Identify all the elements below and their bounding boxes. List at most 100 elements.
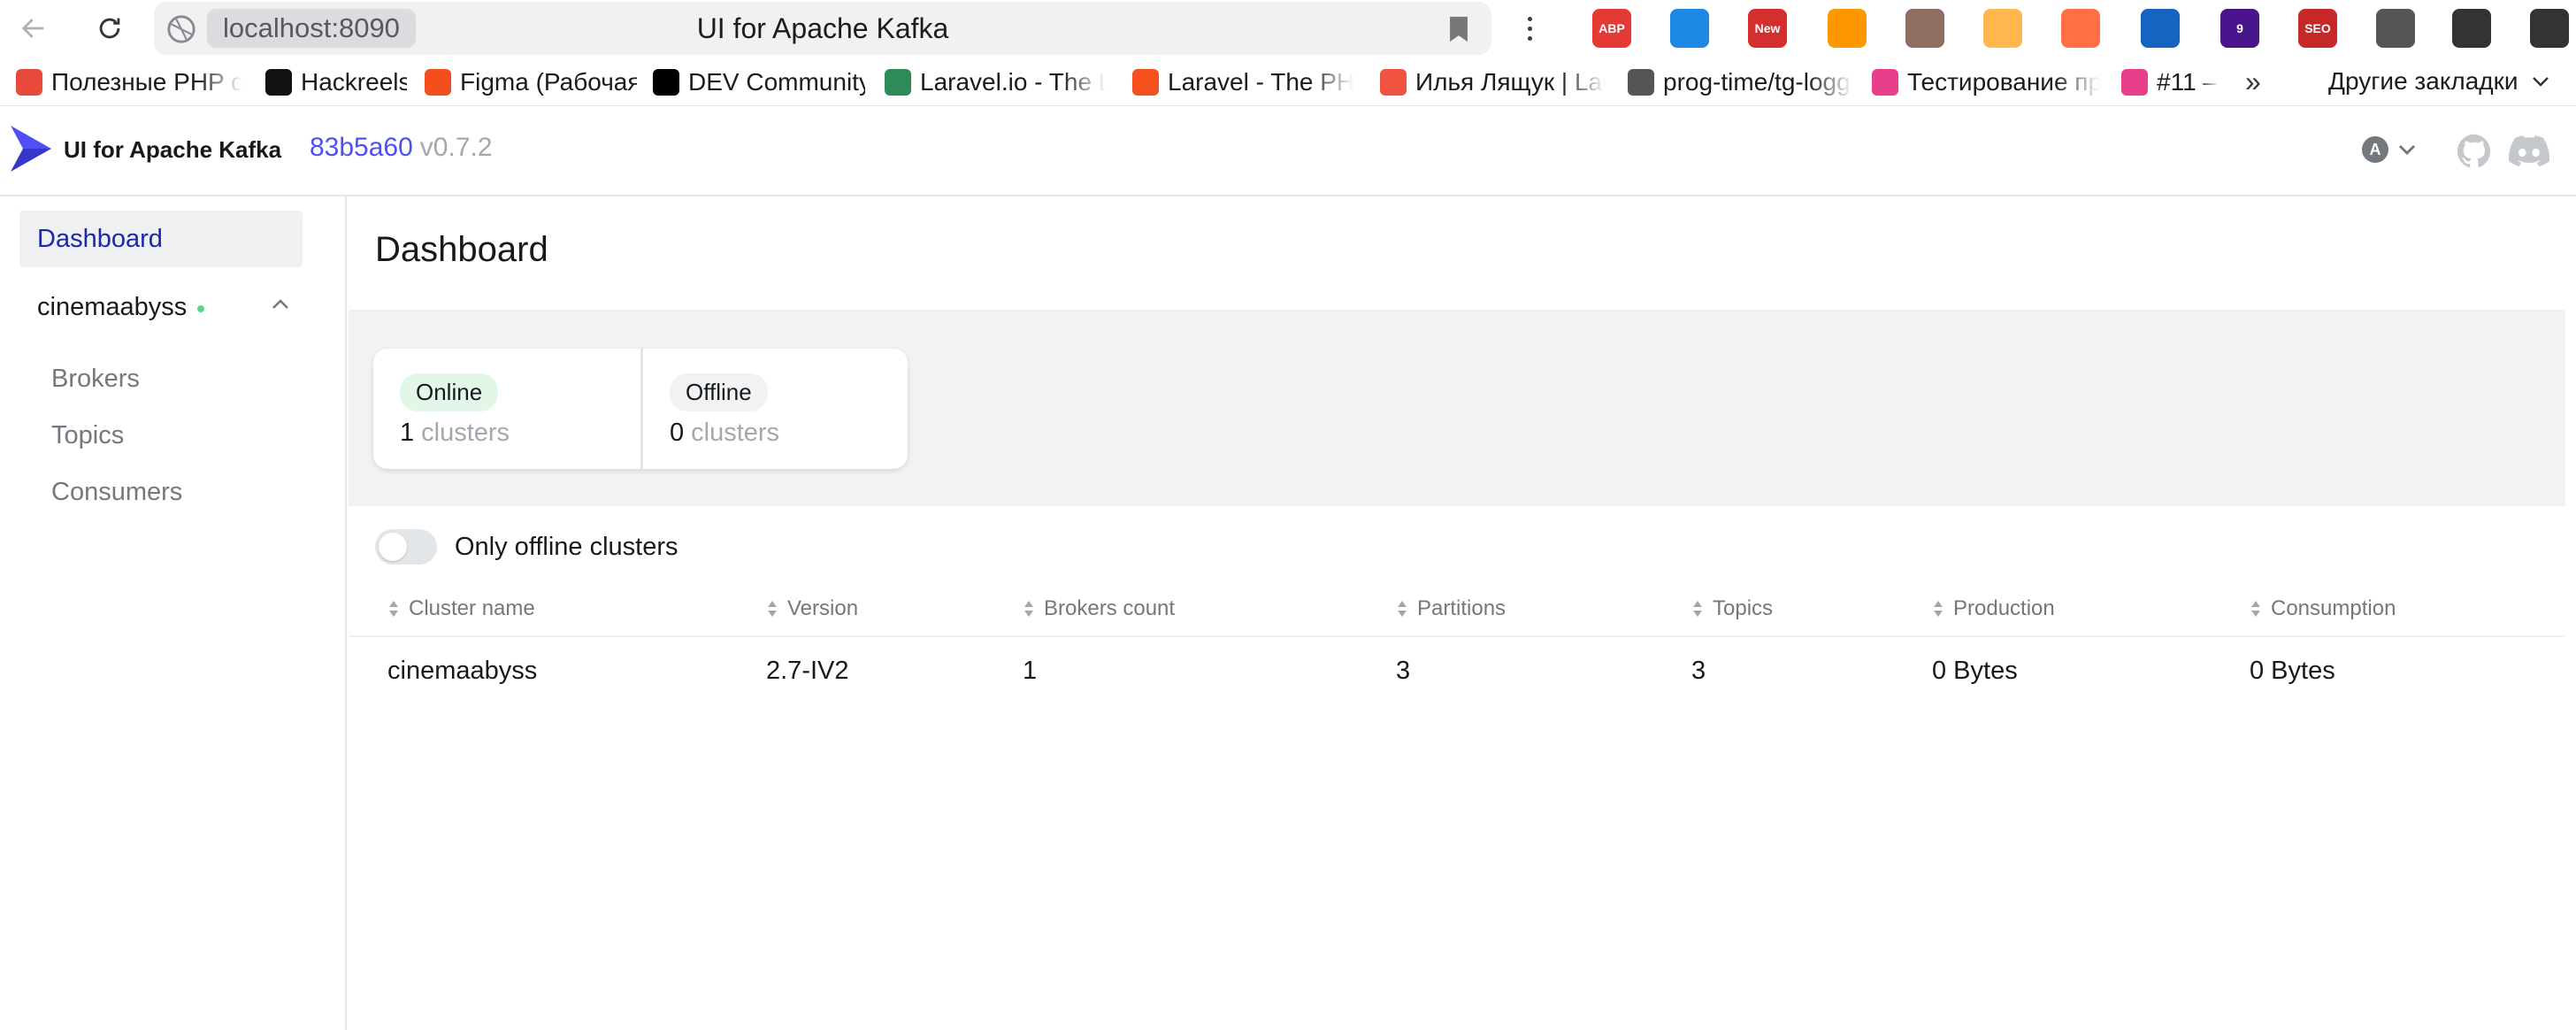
bookmark-item[interactable]: DEV Community (653, 67, 865, 97)
column-header-label: Consumption (2271, 596, 2396, 620)
cell-topics: 3 (1691, 657, 1706, 685)
bookmark-item[interactable]: Полезные PHP ск (16, 67, 242, 97)
crosshair-icon[interactable] (2376, 9, 2415, 48)
commit-link[interactable]: 83b5a60 (310, 133, 413, 162)
column-header-label: Cluster name (409, 596, 535, 620)
sidebar-item-dashboard[interactable]: Dashboard (19, 211, 303, 267)
user-menu[interactable]: A (2362, 136, 2417, 163)
sidebar-item-brokers[interactable]: Brokers (51, 365, 140, 394)
sort-icon (1934, 601, 1943, 617)
other-bookmarks[interactable]: Другие закладки (2328, 67, 2550, 96)
online-count: 1 (400, 419, 415, 447)
bookmark-icon[interactable] (1445, 14, 1472, 44)
sort-icon (389, 601, 398, 617)
bookmark-favicon-icon (2121, 69, 2148, 96)
bookmark-label: Hackreels (301, 68, 407, 96)
back-icon[interactable] (12, 7, 55, 50)
cluster-name: cinemaabyss (37, 292, 188, 321)
bookmark-favicon-icon (1628, 69, 1654, 96)
only-offline-label: Only offline clusters (455, 532, 678, 561)
column-header-version[interactable]: Version (766, 596, 858, 621)
chart-ext-icon[interactable] (2141, 9, 2180, 48)
bookmark-favicon-icon (885, 69, 911, 96)
bookmark-item[interactable]: Laravel - The PHP (1132, 67, 1353, 97)
bookmark-item[interactable]: Laravel.io - The La (885, 67, 1106, 97)
bookmark-favicon-icon (425, 69, 451, 96)
new-ext-icon[interactable]: New (1748, 9, 1787, 48)
column-header-label: Partitions (1417, 596, 1506, 620)
bookmark-favicon-icon (1132, 69, 1159, 96)
sidebar-item-topics[interactable]: Topics (51, 421, 124, 450)
app-name[interactable]: UI for Apache Kafka (64, 136, 281, 164)
rocket-icon[interactable] (2061, 9, 2100, 48)
cell-production: 0 Bytes (1932, 657, 2018, 685)
offline-badge: Offline (670, 373, 768, 411)
column-header-consumption[interactable]: Consumption (2250, 596, 2396, 621)
bookmark-item[interactable]: Тестирование про (1872, 67, 2100, 97)
sort-icon (768, 601, 777, 617)
github-icon[interactable] (2456, 133, 2493, 170)
seo-ext-icon[interactable]: SEO (2298, 9, 2337, 48)
chevron-down-icon (2398, 144, 2416, 156)
bookmarks-bar: Полезные PHP ск Hackreels Figma (Рабочая) D… (0, 57, 2576, 106)
bookmark-label: #11 – (2157, 68, 2217, 96)
column-header-topics[interactable]: Topics (1691, 596, 1773, 621)
bookmark-item[interactable]: Илья Лящук | Lara (1380, 67, 1606, 97)
download-ext-icon[interactable] (1670, 9, 1709, 48)
puzzle-icon[interactable] (2452, 9, 2491, 48)
other-bookmarks-label: Другие закладки (2328, 67, 2518, 95)
version-info: 83b5a60 v0.7.2 (310, 133, 493, 163)
bookmark-item[interactable]: #11 – (2121, 67, 2219, 97)
column-header-label: Version (787, 596, 859, 620)
page-title-in-omnibox: UI for Apache Kafka (696, 12, 949, 44)
column-header-label: Brokers count (1044, 596, 1176, 620)
bookmarks-overflow-icon[interactable]: » (2245, 65, 2261, 98)
discord-icon[interactable] (2509, 133, 2549, 170)
column-header-brokers-count[interactable]: Brokers count (1023, 596, 1175, 621)
offline-value: 0 clusters (670, 419, 908, 448)
hexagon-ext-icon[interactable]: 9 (2220, 9, 2259, 48)
download-icon[interactable] (2530, 9, 2569, 48)
table-row[interactable]: cinemaabyss 2.7-IV2 1 3 3 0 Bytes 0 Bytes (349, 639, 2565, 703)
sidebar: Dashboard cinemaabyss Brokers Topics Con… (0, 196, 347, 1030)
audio-ext-icon[interactable] (1983, 9, 2022, 48)
bookmark-item[interactable]: Figma (Рабочая) (425, 67, 637, 97)
online-unit: clusters (421, 419, 510, 447)
menu-icon[interactable] (1516, 11, 1543, 46)
bookmark-label: Тестирование про (1907, 68, 2100, 96)
chevron-up-icon[interactable] (271, 297, 290, 311)
reload-icon[interactable] (88, 7, 131, 50)
column-header-partitions[interactable]: Partitions (1396, 596, 1506, 621)
metrics-card: Online 1 clusters Offline 0 clusters (373, 349, 908, 469)
bookmark-favicon-icon (1872, 69, 1898, 96)
column-header-production[interactable]: Production (1932, 596, 2055, 621)
bookmark-favicon-icon (265, 69, 292, 96)
offline-filter: Only offline clusters (375, 529, 678, 565)
bookmark-label: Laravel.io - The La (920, 68, 1106, 96)
sidebar-cluster-cinemaabyss[interactable]: cinemaabyss (19, 281, 303, 333)
bookmark-favicon-icon (653, 69, 679, 96)
browser-toolbar: localhost:8090 UI for Apache Kafka ABP Ne… (0, 0, 2576, 57)
address-bar[interactable]: localhost:8090 UI for Apache Kafka (154, 2, 1491, 55)
avatar-ext-icon[interactable] (1905, 9, 1944, 48)
color-wheel-icon[interactable] (1828, 9, 1867, 48)
online-badge: Online (400, 373, 499, 411)
sort-icon (1398, 601, 1407, 617)
metric-online: Online 1 clusters (373, 349, 640, 469)
page-title: Dashboard (375, 230, 548, 269)
adblock-icon[interactable]: ABP (1592, 9, 1631, 48)
column-header-cluster-name[interactable]: Cluster name (387, 596, 535, 621)
kafka-ui-logo[interactable] (9, 122, 53, 175)
cell-brokers-count: 1 (1023, 657, 1038, 685)
only-offline-toggle[interactable] (375, 529, 437, 565)
cluster-status-dot (197, 305, 205, 312)
bookmark-label: Илья Лящук | Lara (1415, 68, 1606, 96)
main-content: Dashboard Online 1 clusters Offline 0 clus… (349, 196, 2576, 1030)
bookmark-item[interactable]: Hackreels (265, 67, 407, 97)
cell-partitions: 3 (1396, 657, 1411, 685)
bookmark-item[interactable]: prog-time/tg-logg (1628, 67, 1853, 97)
sort-icon (1693, 601, 1702, 617)
sidebar-item-consumers[interactable]: Consumers (51, 478, 182, 507)
cell-cluster-name[interactable]: cinemaabyss (387, 657, 537, 686)
bookmark-label: Laravel - The PHP (1168, 68, 1353, 96)
